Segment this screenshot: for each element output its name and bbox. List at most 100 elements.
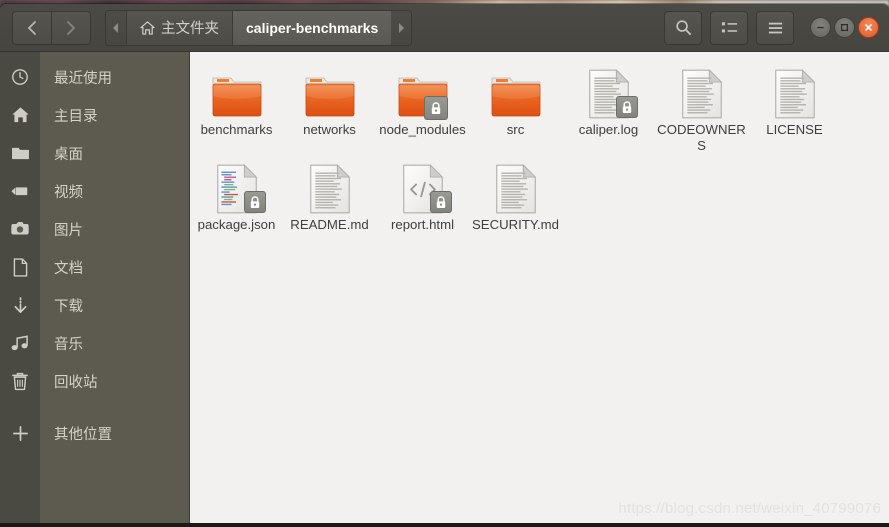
back-button[interactable] (12, 10, 51, 45)
clock-icon (0, 58, 40, 96)
music-note-icon (0, 324, 40, 362)
file-item-label: src (506, 122, 525, 137)
folder-icon (491, 77, 540, 117)
breadcrumb-scroll-left[interactable] (106, 10, 126, 45)
sidebar-item-documents[interactable]: 文档 (0, 248, 190, 286)
video-camera-icon (0, 172, 40, 210)
file-item[interactable]: README.md (283, 153, 376, 233)
sidebar-item-videos[interactable]: 视频 (0, 172, 190, 210)
triangle-right-icon (399, 22, 405, 33)
breadcrumb-item-current[interactable]: caliper-benchmarks (232, 10, 392, 45)
home-icon (0, 96, 40, 134)
sidebar-item-desktop[interactable]: 桌面 (0, 134, 190, 172)
sidebar-item-trash[interactable]: 回收站 (0, 362, 190, 400)
file-item-label: benchmarks (200, 122, 273, 137)
file-item[interactable]: SECURITY.md (469, 153, 562, 233)
header-bar: 主文件夹 caliper-benchmarks (0, 4, 889, 52)
list-view-icon (721, 22, 737, 33)
lock-badge-icon (615, 96, 638, 118)
file-item-label: caliper.log (578, 122, 639, 137)
breadcrumb-item-home-label: 主文件夹 (161, 21, 219, 37)
plus-icon (0, 414, 40, 452)
file-item[interactable]: package.json (190, 153, 283, 233)
document-icon (0, 248, 40, 286)
folder-icon-wrapper (299, 64, 361, 120)
file-item-label: CODEOWNERS (657, 122, 746, 153)
file-icon-wrapper (392, 159, 454, 215)
window-bottom-edge (0, 523, 889, 527)
sidebar: 最近使用 主目录 桌面 视频 图片 文档 下载 音乐 回收站 其他位置 (0, 52, 190, 527)
trash-icon (0, 362, 40, 400)
file-icon-wrapper (764, 64, 826, 120)
file-icon-wrapper (299, 159, 361, 215)
document-icon (681, 69, 722, 119)
file-item-label: README.md (290, 217, 369, 232)
sidebar-item-music[interactable]: 音乐 (0, 324, 190, 362)
hamburger-menu-icon (768, 22, 782, 33)
forward-button[interactable] (51, 10, 91, 45)
document-icon (495, 164, 536, 214)
watermark: https://blog.csdn.net/weixin_40799076 (618, 500, 881, 517)
lock-badge-icon (429, 191, 452, 213)
lock-badge-icon (243, 191, 266, 213)
file-icon-wrapper (671, 64, 733, 120)
file-item[interactable]: CODEOWNERS (655, 58, 748, 153)
breadcrumb-item-current-label: caliper-benchmarks (246, 19, 379, 36)
file-item[interactable]: node_modules (376, 58, 469, 153)
file-icon-wrapper (485, 159, 547, 215)
breadcrumb: 主文件夹 caliper-benchmarks (105, 9, 413, 46)
menu-button[interactable] (756, 10, 794, 45)
close-icon (865, 24, 872, 31)
search-icon (675, 20, 691, 36)
file-item[interactable]: LICENSE (748, 58, 841, 153)
file-icon-wrapper (206, 159, 268, 215)
file-item-label: node_modules (379, 122, 466, 137)
search-button[interactable] (664, 10, 702, 45)
home-icon (140, 20, 155, 35)
file-list-view[interactable]: benchmarks networks node_modules src cal… (190, 52, 889, 527)
sidebar-item-downloads[interactable]: 下载 (0, 286, 190, 324)
breadcrumb-item-home[interactable]: 主文件夹 (126, 10, 232, 45)
file-manager-window: 主文件夹 caliper-benchmarks 最近使用 主目录 桌面 视频 图… (0, 4, 889, 527)
maximize-icon (840, 23, 849, 32)
file-item[interactable]: caliper.log (562, 58, 655, 153)
chevron-left-icon (28, 20, 36, 35)
file-item[interactable]: src (469, 58, 562, 153)
navigation-button-group (12, 10, 91, 45)
file-item[interactable]: networks (283, 58, 376, 153)
close-button[interactable] (858, 17, 879, 38)
document-icon (309, 164, 350, 214)
file-item-label: LICENSE (766, 122, 823, 137)
download-arrow-icon (0, 286, 40, 324)
minimize-button[interactable] (810, 17, 831, 38)
lock-badge-icon (423, 96, 448, 120)
window-controls (810, 17, 879, 38)
folder-icon (212, 77, 261, 117)
screen: 主文件夹 caliper-benchmarks 最近使用 主目录 桌面 视频 图… (0, 0, 889, 527)
sidebar-separator (0, 400, 190, 414)
folder-icon-wrapper (392, 64, 454, 120)
file-grid: benchmarks networks node_modules src cal… (190, 58, 889, 233)
sidebar-list: 最近使用 主目录 桌面 视频 图片 文档 下载 音乐 回收站 其他位置 (0, 58, 190, 452)
sidebar-item-home[interactable]: 主目录 (0, 96, 190, 134)
header-left-group: 主文件夹 caliper-benchmarks (8, 9, 413, 46)
file-icon-wrapper (578, 64, 640, 120)
file-item-label: report.html (390, 217, 455, 232)
triangle-left-icon (113, 22, 118, 33)
folder-icon (0, 134, 40, 172)
file-item-label: package.json (197, 217, 276, 232)
header-right-group (656, 10, 881, 45)
folder-icon-wrapper (206, 64, 268, 120)
file-item-label: SECURITY.md (472, 217, 559, 232)
sidebar-item-recent[interactable]: 最近使用 (0, 58, 190, 96)
camera-icon (0, 210, 40, 248)
window-body: 最近使用 主目录 桌面 视频 图片 文档 下载 音乐 回收站 其他位置 benc… (0, 52, 889, 527)
maximize-button[interactable] (834, 17, 855, 38)
sidebar-item-other-locations[interactable]: 其他位置 (0, 414, 190, 452)
breadcrumb-scroll-right[interactable] (391, 10, 412, 45)
minimize-icon (817, 26, 824, 29)
file-item[interactable]: benchmarks (190, 58, 283, 153)
sidebar-item-pictures[interactable]: 图片 (0, 210, 190, 248)
file-item[interactable]: report.html (376, 153, 469, 233)
view-toggle-button[interactable] (710, 10, 748, 45)
